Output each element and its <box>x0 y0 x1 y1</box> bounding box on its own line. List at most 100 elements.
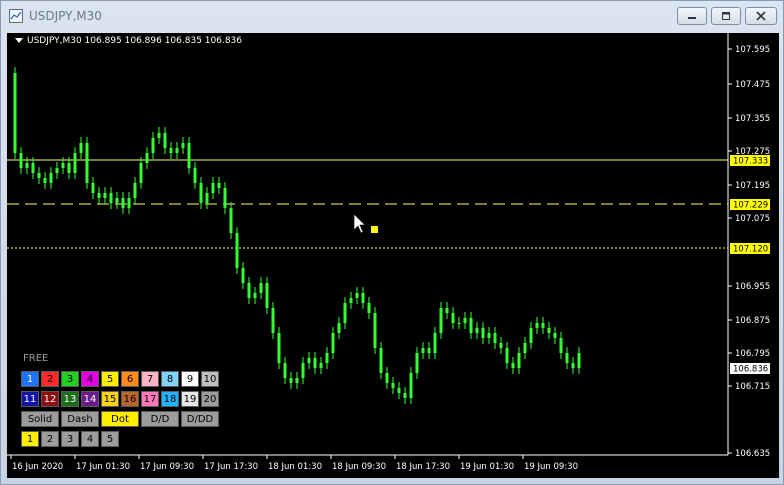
color-swatch-12[interactable]: 12 <box>41 391 59 407</box>
candle-body <box>493 333 497 343</box>
color-swatch-18[interactable]: 18 <box>161 391 179 407</box>
color-swatch-10[interactable]: 10 <box>201 371 219 387</box>
candle-body <box>163 133 167 148</box>
line-price-label: 107.229 <box>733 201 768 211</box>
candle-body <box>151 138 155 153</box>
color-swatch-20[interactable]: 20 <box>201 391 219 407</box>
candle-body <box>565 353 569 363</box>
candle-body <box>133 183 137 198</box>
candle-body <box>103 193 107 198</box>
chart-window-icon <box>9 9 23 23</box>
candle-body <box>295 378 299 383</box>
line-width-1-button[interactable]: 1 <box>21 431 39 447</box>
candle-body <box>289 378 293 383</box>
price-label: 106.955 <box>735 282 770 292</box>
candle-body <box>169 148 173 153</box>
time-label: 18 Jun 09:30 <box>332 462 386 472</box>
color-swatch-5[interactable]: 5 <box>101 371 119 387</box>
candle-body <box>283 363 287 378</box>
color-swatch-8[interactable]: 8 <box>161 371 179 387</box>
restore-button[interactable] <box>711 7 741 25</box>
candle-body <box>475 328 479 333</box>
anchor-marker <box>371 226 378 233</box>
candle-body <box>55 168 59 173</box>
chart-menu-triangle-icon[interactable] <box>15 38 23 43</box>
close-button[interactable] <box>745 7 777 25</box>
candle-body <box>229 208 233 233</box>
line-style-dash-button[interactable]: Dash <box>61 411 99 427</box>
candle-body <box>277 333 281 363</box>
candle-body <box>541 323 545 328</box>
candle-body <box>181 143 185 148</box>
color-swatch-16[interactable]: 16 <box>121 391 139 407</box>
line-width-5-button[interactable]: 5 <box>101 431 119 447</box>
candle-body <box>61 163 65 168</box>
color-swatch-17[interactable]: 17 <box>141 391 159 407</box>
candle-body <box>97 193 101 198</box>
color-swatch-19[interactable]: 19 <box>181 391 199 407</box>
time-label: 17 Jun 01:30 <box>76 462 130 472</box>
line-width-3-button[interactable]: 3 <box>61 431 79 447</box>
candle-body <box>127 198 131 208</box>
candle-body <box>115 198 119 203</box>
color-swatch-14[interactable]: 14 <box>81 391 99 407</box>
candle-body <box>325 353 329 363</box>
candle-body <box>457 323 461 324</box>
candle-body <box>235 233 239 268</box>
candle-body <box>211 183 215 193</box>
color-swatch-15[interactable]: 15 <box>101 391 119 407</box>
color-swatch-4[interactable]: 4 <box>81 371 99 387</box>
candle-body <box>481 328 485 338</box>
candle-body <box>349 298 353 303</box>
price-label: 107.475 <box>735 80 770 90</box>
price-label: 106.795 <box>735 349 770 359</box>
color-swatch-2[interactable]: 2 <box>41 371 59 387</box>
candle-body <box>397 388 401 393</box>
price-label: 107.355 <box>735 114 770 124</box>
title-bar[interactable]: USDJPY,M30 <box>1 1 783 31</box>
candle-body <box>403 393 407 398</box>
candle-body <box>463 318 467 323</box>
price-label: 107.595 <box>735 45 770 55</box>
restore-icon <box>722 12 730 20</box>
color-swatch-13[interactable]: 13 <box>61 391 79 407</box>
candle-body <box>517 353 521 368</box>
mouse-cursor-icon <box>353 213 366 234</box>
candle-body <box>415 353 419 373</box>
line-style-dot-button[interactable]: Dot <box>101 411 139 427</box>
candle-body <box>559 338 563 353</box>
color-swatch-6[interactable]: 6 <box>121 371 139 387</box>
line-width-4-button[interactable]: 4 <box>81 431 99 447</box>
symbol-quote: USDJPY,M30 106.895 106.896 106.835 106.8… <box>27 36 243 46</box>
color-swatch-9[interactable]: 9 <box>181 371 199 387</box>
candle-body <box>157 133 161 138</box>
candle-body <box>307 358 311 363</box>
time-label: 19 Jun 09:30 <box>524 462 578 472</box>
minimize-button[interactable] <box>677 7 707 25</box>
line-price-label: 107.333 <box>733 157 768 167</box>
candle-body <box>13 73 17 153</box>
candle-body <box>49 173 53 183</box>
candle-body <box>31 163 35 173</box>
candle-body <box>331 333 335 353</box>
candle-body <box>385 373 389 383</box>
candle-body <box>529 328 533 343</box>
line-style-d-d-button[interactable]: D/D <box>141 411 179 427</box>
line-style-solid-button[interactable]: Solid <box>21 411 59 427</box>
time-label: 17 Jun 17:30 <box>204 462 258 472</box>
color-swatch-11[interactable]: 11 <box>21 391 39 407</box>
candle-body <box>469 318 473 333</box>
price-chart[interactable]: 107.595 107.475 107.355 107.275 107.195 107.0… <box>7 33 779 478</box>
time-label: 16 Jun 2020 <box>12 462 63 472</box>
line-style-d-dd-button[interactable]: D/DD <box>181 411 219 427</box>
candle-body <box>19 153 23 168</box>
color-swatch-7[interactable]: 7 <box>141 371 159 387</box>
candle-body <box>451 313 455 323</box>
candle-body <box>361 293 365 303</box>
color-swatch-3[interactable]: 3 <box>61 371 79 387</box>
candle-body <box>367 303 371 313</box>
line-width-2-button[interactable]: 2 <box>41 431 59 447</box>
color-swatch-1[interactable]: 1 <box>21 371 39 387</box>
candle-body <box>253 293 257 298</box>
candle-body <box>67 163 71 173</box>
